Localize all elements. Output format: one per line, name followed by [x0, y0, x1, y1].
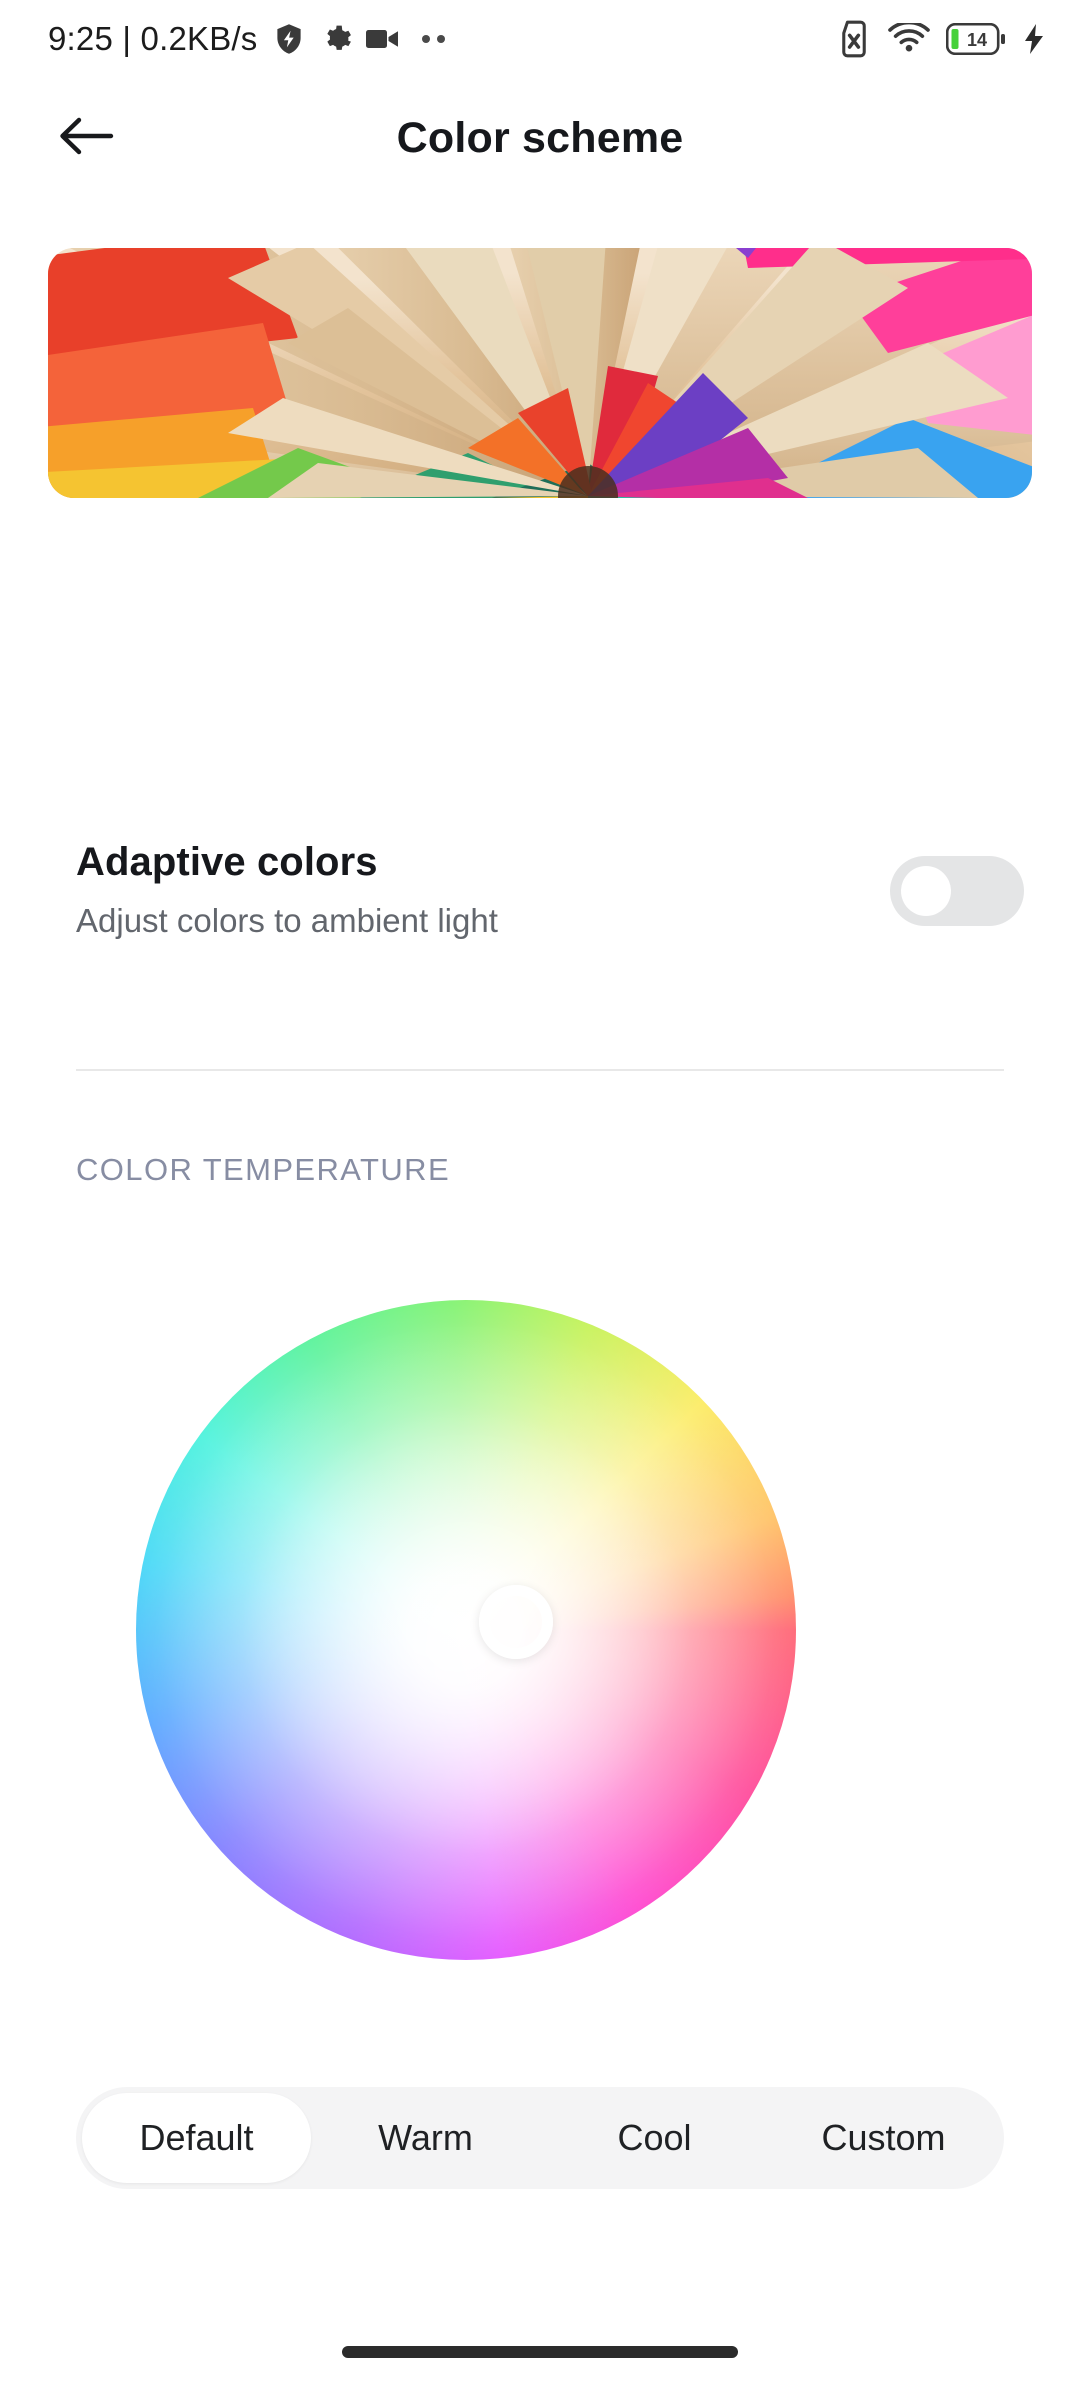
color-temperature-section-label: COLOR TEMPERATURE — [76, 1152, 451, 1187]
adaptive-colors-subtitle: Adjust colors to ambient light — [76, 902, 498, 939]
svg-text:14: 14 — [967, 30, 987, 50]
gear-icon — [320, 23, 352, 55]
adaptive-colors-text: Adaptive colors Adjust colors to ambient… — [76, 838, 498, 937]
color-temperature-presets[interactable]: Default Warm Cool Custom — [76, 2087, 1004, 2189]
colored-pencils-illustration — [48, 248, 1032, 498]
app-bar: Color scheme — [0, 78, 1080, 198]
video-camera-icon — [365, 27, 400, 51]
gesture-navigation-bar[interactable] — [342, 2346, 738, 2358]
charging-bolt-icon — [1022, 23, 1046, 55]
shield-bolt-icon — [272, 22, 306, 56]
status-bar: 9:25 | 0.2KB/s 14 — [0, 0, 1080, 78]
adaptive-colors-title: Adaptive colors — [76, 840, 378, 884]
color-scheme-banner-image — [48, 248, 1032, 498]
preset-default[interactable]: Default — [82, 2093, 311, 2183]
page-title: Color scheme — [396, 113, 684, 162]
preset-custom[interactable]: Custom — [769, 2093, 998, 2183]
preset-custom-label: Custom — [821, 2117, 946, 2158]
back-button[interactable] — [34, 86, 138, 190]
adaptive-colors-toggle[interactable] — [890, 856, 1024, 926]
status-clock: 9:25 | 0.2KB/s — [48, 20, 258, 57]
wifi-icon — [888, 23, 930, 55]
sim-card-off-icon — [836, 20, 872, 58]
preset-cool-label: Cool — [617, 2117, 692, 2158]
adaptive-colors-row[interactable]: Adaptive colors Adjust colors to ambient… — [0, 838, 1080, 988]
arrow-left-icon — [58, 115, 114, 162]
toggle-knob — [901, 866, 951, 916]
section-divider — [76, 1069, 1004, 1071]
status-bar-right: 14 — [836, 20, 1046, 58]
preset-default-label: Default — [139, 2117, 254, 2158]
two-dots-icon — [420, 33, 454, 45]
battery-icon: 14 — [946, 23, 1006, 55]
preset-cool[interactable]: Cool — [540, 2093, 769, 2183]
status-bar-left: 9:25 | 0.2KB/s — [48, 20, 454, 58]
preset-warm-label: Warm — [378, 2117, 473, 2158]
color-temperature-wheel[interactable] — [136, 1300, 796, 1960]
color-wheel-gradient[interactable] — [136, 1300, 796, 1960]
color-wheel-handle[interactable] — [479, 1585, 553, 1659]
preset-warm[interactable]: Warm — [311, 2093, 540, 2183]
